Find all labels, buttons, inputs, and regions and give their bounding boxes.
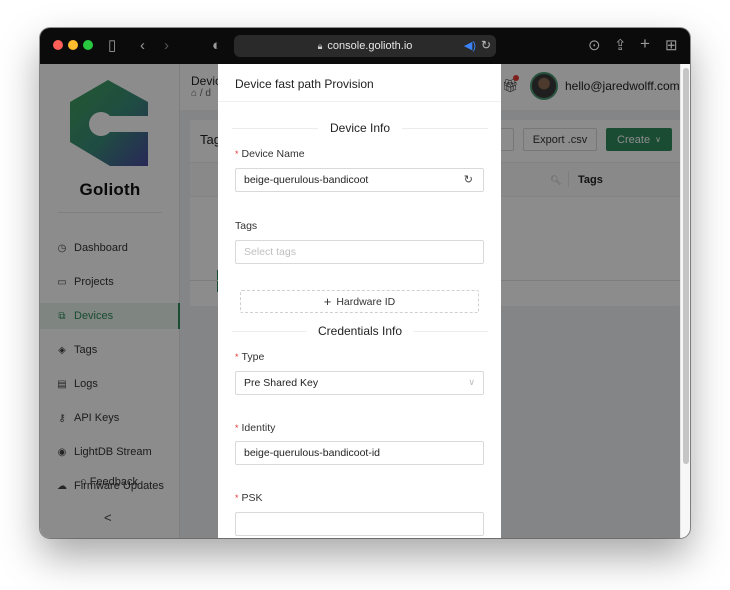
regenerate-icon[interactable]: ↻ (464, 173, 473, 186)
page-scrollbar[interactable] (680, 64, 690, 538)
back-icon[interactable]: ‹ (140, 37, 145, 55)
add-hardware-id-button[interactable]: + Hardware ID (240, 290, 479, 313)
close-window-button[interactable] (53, 40, 63, 50)
type-label: * Type (235, 351, 265, 363)
share-icon[interactable]: ⇪ (614, 37, 627, 55)
audio-icon[interactable]: ◀︎) (464, 39, 476, 52)
psk-label: * PSK (235, 492, 263, 504)
new-tab-icon[interactable]: + (640, 35, 650, 53)
downloads-icon[interactable]: ⊙ (588, 37, 601, 55)
lock-icon: 🔒︎ (317, 40, 323, 51)
drawer-header-divider (218, 101, 501, 102)
browser-toolbar: ▯ ‹ › ◐ 🔒︎ console.golioth.io ◀︎) ↻ ⊙ ⇪ … (40, 28, 690, 64)
browser-window: ▯ ‹ › ◐ 🔒︎ console.golioth.io ◀︎) ↻ ⊙ ⇪ … (40, 28, 690, 538)
device-name-input[interactable]: beige-querulous-bandicoot ↻ (235, 168, 484, 192)
tags-label: Tags (235, 220, 258, 232)
minimize-window-button[interactable] (68, 40, 78, 50)
tags-select[interactable]: Select tags (235, 240, 484, 264)
device-info-heading: Device Info (232, 120, 488, 136)
sidebar-toggle-icon[interactable]: ▯ (108, 37, 116, 55)
url-text: console.golioth.io (327, 40, 413, 52)
device-name-label: * Device Name (235, 148, 305, 160)
address-bar[interactable]: 🔒︎ console.golioth.io ◀︎) ↻ (234, 35, 496, 57)
provision-drawer: Device fast path Provision Device Info *… (218, 64, 501, 538)
drawer-title: Device fast path Provision (235, 77, 374, 91)
psk-input[interactable] (235, 512, 484, 536)
reload-icon[interactable]: ↻ (481, 38, 491, 52)
privacy-shield-icon[interactable]: ◐ (212, 37, 221, 55)
credential-type-select[interactable]: Pre Shared Key ∨ (235, 371, 484, 395)
zoom-window-button[interactable] (83, 40, 93, 50)
chevron-down-icon: ∨ (468, 377, 475, 387)
forward-icon[interactable]: › (164, 37, 169, 55)
credentials-info-heading: Credentials Info (232, 323, 489, 339)
plus-icon: + (323, 294, 332, 309)
identity-label: * Identity (235, 422, 276, 434)
tab-overview-icon[interactable]: ⊞ (665, 37, 678, 55)
scrollbar-thumb[interactable] (683, 68, 689, 464)
identity-input[interactable]: beige-querulous-bandicoot-id (235, 441, 484, 465)
